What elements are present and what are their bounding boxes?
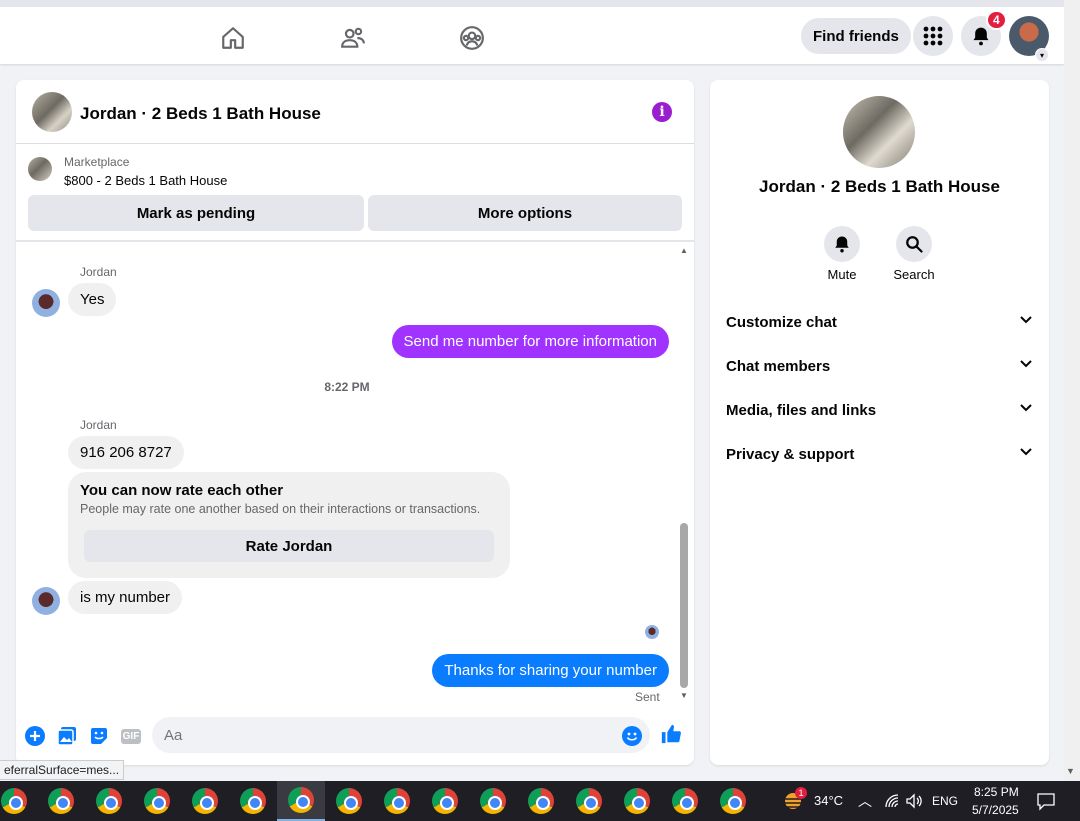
chat-panel: Jordan · 2 Beds 1 Bath House i Marketpla… bbox=[16, 80, 694, 765]
chrome-taskbar-icon[interactable] bbox=[661, 781, 709, 821]
message-bubble[interactable]: 916 206 8727 bbox=[68, 436, 184, 469]
divider bbox=[16, 240, 694, 242]
chrome-taskbar-icon[interactable] bbox=[133, 781, 181, 821]
chrome-taskbar-icon[interactable] bbox=[325, 781, 373, 821]
rate-user-button[interactable]: Rate Jordan bbox=[84, 530, 494, 562]
status-bar-url: eferralSurface=mes... bbox=[0, 760, 125, 780]
message-composer: GIF bbox=[16, 715, 694, 765]
info-title[interactable]: Jordan · 2 Beds 1 Bath House bbox=[710, 177, 1049, 197]
scrollbar-thumb[interactable] bbox=[680, 523, 688, 688]
chrome-taskbar-icon[interactable] bbox=[469, 781, 517, 821]
row-label: Chat members bbox=[726, 357, 831, 375]
chrome-taskbar-icon[interactable] bbox=[709, 781, 757, 821]
wifi-icon[interactable] bbox=[884, 793, 900, 814]
chrome-taskbar-icon-active[interactable] bbox=[277, 781, 325, 821]
search-icon[interactable] bbox=[896, 226, 932, 262]
scroll-down-arrow[interactable]: ▼ bbox=[680, 691, 688, 700]
friends-icon[interactable] bbox=[338, 23, 368, 53]
customize-chat-row[interactable]: Customize chat bbox=[726, 304, 1033, 340]
message-bubble-outgoing[interactable]: Send me number for more information bbox=[391, 325, 669, 358]
chrome-taskbar-icon[interactable] bbox=[613, 781, 661, 821]
menu-grid-icon[interactable] bbox=[913, 16, 953, 56]
chevron-down-icon[interactable]: ▾ bbox=[1035, 48, 1049, 62]
chrome-taskbar-icon[interactable] bbox=[181, 781, 229, 821]
volume-icon[interactable] bbox=[905, 793, 923, 814]
sticker-icon[interactable] bbox=[88, 725, 110, 747]
message-bubble[interactable]: is my number bbox=[68, 581, 183, 614]
sender-name: Jordan bbox=[80, 418, 117, 432]
chrome-taskbar-icon[interactable] bbox=[421, 781, 469, 821]
avatar[interactable] bbox=[32, 587, 60, 615]
chrome-taskbar-icon[interactable] bbox=[517, 781, 565, 821]
timestamp: 8:22 PM bbox=[324, 380, 370, 394]
message-bubble-outgoing[interactable]: Thanks for sharing your number bbox=[432, 654, 669, 687]
sent-status: Sent bbox=[635, 690, 660, 704]
mark-pending-button[interactable]: Mark as pending bbox=[28, 195, 364, 231]
chrome-taskbar-icon[interactable] bbox=[229, 781, 277, 821]
chevron-down-icon bbox=[1019, 313, 1033, 331]
message-bubble[interactable]: Yes bbox=[68, 283, 117, 316]
chrome-taskbar-icon[interactable] bbox=[37, 781, 85, 821]
chrome-taskbar-icon[interactable] bbox=[0, 781, 38, 821]
marketplace-label: Marketplace bbox=[64, 155, 130, 169]
taskbar: 1 34°C ︿ ENG 8:25 PM 5/7/2025 bbox=[0, 781, 1080, 821]
chrome-taskbar-icon[interactable] bbox=[85, 781, 133, 821]
photo-icon[interactable] bbox=[56, 725, 78, 747]
groups-icon[interactable] bbox=[457, 23, 487, 53]
plus-icon[interactable] bbox=[24, 725, 46, 747]
chat-members-row[interactable]: Chat members bbox=[726, 348, 1033, 384]
message-input[interactable] bbox=[152, 717, 650, 753]
search-button[interactable]: Search bbox=[884, 226, 944, 282]
chevron-down-icon bbox=[1019, 357, 1033, 375]
bell-icon[interactable] bbox=[824, 226, 860, 262]
page-scrollbar[interactable] bbox=[1064, 0, 1080, 780]
chat-header: Jordan · 2 Beds 1 Bath House i bbox=[16, 80, 694, 144]
listing-avatar-large[interactable] bbox=[843, 96, 915, 168]
avatar[interactable] bbox=[32, 289, 60, 317]
weather-icon[interactable]: 1 bbox=[781, 787, 807, 813]
notification-count-badge: 4 bbox=[986, 10, 1007, 30]
find-friends-button[interactable]: Find friends bbox=[801, 18, 911, 54]
scroll-down-arrow[interactable]: ▼ bbox=[1066, 766, 1075, 776]
row-label: Privacy & support bbox=[726, 445, 855, 463]
row-label: Customize chat bbox=[726, 313, 837, 331]
scroll-up-arrow[interactable]: ▲ bbox=[680, 246, 688, 255]
weather-badge: 1 bbox=[795, 787, 807, 799]
language-indicator[interactable]: ENG bbox=[932, 794, 958, 808]
chevron-down-icon bbox=[1019, 445, 1033, 463]
top-navigation: Find friends 4 ▾ bbox=[0, 0, 1064, 64]
search-label: Search bbox=[893, 267, 935, 282]
home-icon[interactable] bbox=[218, 23, 248, 53]
chrome-taskbar-icon[interactable] bbox=[373, 781, 421, 821]
rate-card: You can now rate each other People may r… bbox=[68, 472, 510, 578]
listing-price[interactable]: $800 - 2 Beds 1 Bath House bbox=[64, 173, 227, 188]
seen-indicator-avatar bbox=[645, 625, 659, 639]
rate-card-title: You can now rate each other bbox=[80, 482, 284, 499]
rate-card-subtitle: People may rate one another based on the… bbox=[80, 502, 481, 516]
chevron-down-icon bbox=[1019, 401, 1033, 419]
mute-label: Mute bbox=[827, 267, 857, 282]
notification-center-icon[interactable] bbox=[1036, 791, 1056, 816]
gif-icon[interactable]: GIF bbox=[120, 725, 142, 747]
conversation-info-panel: Jordan · 2 Beds 1 Bath House Mute Search… bbox=[710, 80, 1049, 765]
clock-date[interactable]: 5/7/2025 bbox=[972, 803, 1019, 817]
sender-name: Jordan bbox=[80, 265, 117, 279]
row-label: Media, files and links bbox=[726, 401, 877, 419]
listing-avatar[interactable] bbox=[32, 92, 72, 132]
chrome-taskbar-icon[interactable] bbox=[565, 781, 613, 821]
thumbs-up-icon[interactable] bbox=[660, 723, 682, 745]
mute-button[interactable]: Mute bbox=[812, 226, 872, 282]
emoji-icon[interactable] bbox=[621, 725, 643, 747]
more-options-button[interactable]: More options bbox=[368, 195, 682, 231]
chevron-up-icon[interactable]: ︿ bbox=[858, 791, 872, 811]
media-files-links-row[interactable]: Media, files and links bbox=[726, 392, 1033, 428]
temperature[interactable]: 34°C bbox=[814, 793, 843, 808]
listing-thumbnail[interactable] bbox=[28, 157, 52, 181]
clock-time[interactable]: 8:25 PM bbox=[974, 785, 1019, 799]
gif-label: GIF bbox=[120, 728, 142, 744]
privacy-support-row[interactable]: Privacy & support bbox=[726, 436, 1033, 472]
info-icon[interactable]: i bbox=[652, 102, 672, 122]
chat-title[interactable]: Jordan · 2 Beds 1 Bath House bbox=[80, 104, 321, 124]
